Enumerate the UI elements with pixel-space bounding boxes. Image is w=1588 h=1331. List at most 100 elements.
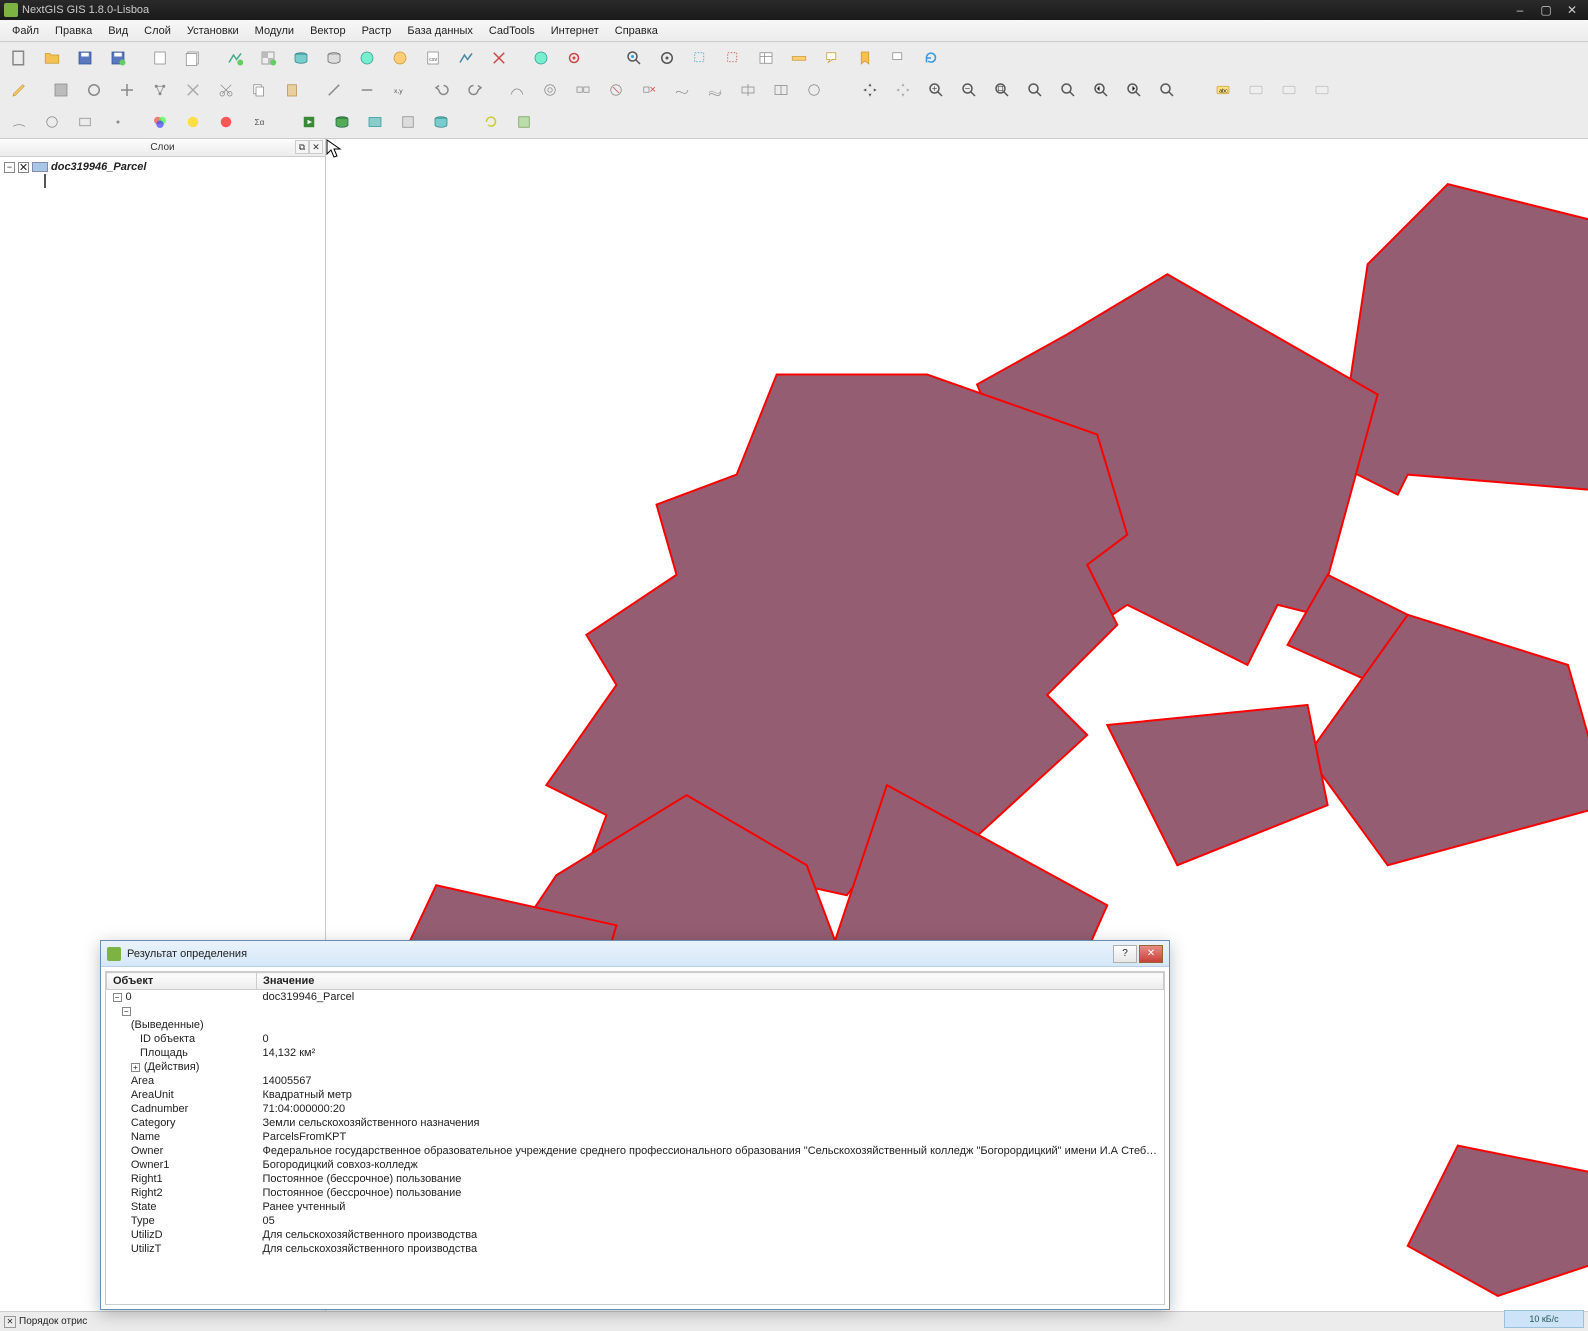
add-vector-button[interactable] xyxy=(220,44,250,72)
text-annotation-button[interactable] xyxy=(883,44,913,72)
menu-internet[interactable]: Интернет xyxy=(543,22,607,40)
results-row[interactable]: NameParcelsFromKPT xyxy=(107,1130,1164,1144)
move-feature-button[interactable] xyxy=(112,76,142,104)
rotate-point-button[interactable] xyxy=(799,76,829,104)
deselect-button[interactable] xyxy=(718,44,748,72)
identify-button[interactable] xyxy=(619,44,649,72)
cad-arc-button[interactable] xyxy=(4,108,34,136)
basemap-button[interactable] xyxy=(360,108,390,136)
delete-part-button[interactable] xyxy=(634,76,664,104)
menu-vector[interactable]: Вектор xyxy=(302,22,354,40)
menu-help[interactable]: Справка xyxy=(607,22,666,40)
toggle-editing-button[interactable] xyxy=(4,76,34,104)
zoom-next-button[interactable] xyxy=(1119,76,1149,104)
add-part-button[interactable] xyxy=(568,76,598,104)
dialog-help-button[interactable]: ? xyxy=(1113,945,1137,963)
menu-database[interactable]: База данных xyxy=(399,22,481,40)
zoom-native-button[interactable] xyxy=(1152,76,1182,104)
add-ring-button[interactable] xyxy=(535,76,565,104)
save-as-button[interactable] xyxy=(103,44,133,72)
gps-button[interactable] xyxy=(559,44,589,72)
delete-selected-button[interactable] xyxy=(178,76,208,104)
menu-layer[interactable]: Слой xyxy=(136,22,179,40)
layer-visible-checkbox[interactable]: ✕ xyxy=(18,162,29,173)
plugin-reload-button[interactable] xyxy=(476,108,506,136)
results-row[interactable]: OwnerФедеральное государственное образов… xyxy=(107,1144,1164,1158)
layer-props-button[interactable] xyxy=(393,108,423,136)
add-postgis-button[interactable] xyxy=(286,44,316,72)
menu-file[interactable]: Файл xyxy=(4,22,47,40)
select-button[interactable] xyxy=(685,44,715,72)
merge-attrs-button[interactable] xyxy=(766,76,796,104)
label-rotate-button[interactable] xyxy=(1274,76,1304,104)
results-row[interactable]: Right2Постоянное (бессрочное) пользовани… xyxy=(107,1186,1164,1200)
menu-view[interactable]: Вид xyxy=(100,22,136,40)
menu-settings[interactable]: Установки xyxy=(179,22,247,40)
pan-selection-button[interactable] xyxy=(888,76,918,104)
new-composer-button[interactable] xyxy=(145,44,175,72)
delete-ring-button[interactable] xyxy=(601,76,631,104)
save-edits-button[interactable] xyxy=(46,76,76,104)
reshape-button[interactable] xyxy=(667,76,697,104)
zoom-selection-button[interactable] xyxy=(1020,76,1050,104)
save-project-button[interactable] xyxy=(70,44,100,72)
remove-layer-button[interactable] xyxy=(484,44,514,72)
simplify-button[interactable] xyxy=(502,76,532,104)
results-row[interactable]: CategoryЗемли сельскохозяйственного назн… xyxy=(107,1116,1164,1130)
attributes-table-button[interactable] xyxy=(751,44,781,72)
measure-button[interactable] xyxy=(784,44,814,72)
open-project-button[interactable] xyxy=(37,44,67,72)
add-wfs-button[interactable] xyxy=(385,44,415,72)
menu-raster[interactable]: Растр xyxy=(354,22,400,40)
cad-rect-button[interactable] xyxy=(70,108,100,136)
add-spatialite-button[interactable] xyxy=(319,44,349,72)
split-features-button[interactable] xyxy=(733,76,763,104)
undo-button[interactable] xyxy=(427,76,457,104)
wms-provider-button[interactable] xyxy=(526,44,556,72)
copy-button[interactable] xyxy=(244,76,274,104)
results-row[interactable]: Area14005567 xyxy=(107,1074,1164,1088)
results-row[interactable]: Cadnumber71:04:000000:20 xyxy=(107,1102,1164,1116)
cut-button[interactable] xyxy=(211,76,241,104)
window-close-button[interactable]: ✕ xyxy=(1560,2,1584,18)
results-row[interactable]: StateРанее учтенный xyxy=(107,1200,1164,1214)
results-row[interactable]: UtilizTДля сельскохозяйственного произво… xyxy=(107,1242,1164,1256)
menu-plugins[interactable]: Модули xyxy=(247,22,302,40)
zoom-in-button[interactable] xyxy=(921,76,951,104)
menu-edit[interactable]: Правка xyxy=(47,22,100,40)
results-row[interactable]: Right1Постоянное (бессрочное) пользовани… xyxy=(107,1172,1164,1186)
results-row[interactable]: ID объекта0 xyxy=(107,1032,1164,1046)
paste-button[interactable] xyxy=(277,76,307,104)
layers-panel-undock-button[interactable]: ⧉ xyxy=(295,140,309,154)
pan-button[interactable] xyxy=(855,76,885,104)
xy-button[interactable]: x,y xyxy=(385,76,415,104)
refresh-button[interactable] xyxy=(916,44,946,72)
results-row[interactable]: −0doc319946_Parcel xyxy=(107,990,1164,1005)
dialog-body[interactable]: Объект Значение −0doc319946_Parcel − (Вы… xyxy=(105,971,1165,1305)
zoom-out-button[interactable] xyxy=(954,76,984,104)
results-row[interactable]: +(Действия) xyxy=(107,1060,1164,1074)
results-row[interactable]: Type05 xyxy=(107,1214,1164,1228)
run-script-button[interactable] xyxy=(294,108,324,136)
add-csv-button[interactable]: csv xyxy=(418,44,448,72)
results-row[interactable]: AreaUnitКвадратный метр xyxy=(107,1088,1164,1102)
results-row[interactable]: (Выведенные) xyxy=(107,1018,1164,1032)
dialog-titlebar[interactable]: Результат определения ? ✕ xyxy=(101,941,1169,967)
add-wms-button[interactable] xyxy=(352,44,382,72)
label-button[interactable]: abc xyxy=(1208,76,1238,104)
layer-row[interactable]: − ✕ doc319946_Parcel xyxy=(4,161,321,173)
new-project-button[interactable] xyxy=(4,44,34,72)
window-maximize-button[interactable]: ▢ xyxy=(1534,2,1558,18)
zoom-last-button[interactable] xyxy=(1086,76,1116,104)
add-feature-button[interactable] xyxy=(79,76,109,104)
add-raster-button[interactable] xyxy=(253,44,283,72)
maptips-button[interactable] xyxy=(817,44,847,72)
stats-button[interactable]: Σα xyxy=(244,108,274,136)
results-row[interactable]: Площадь14,132 км² xyxy=(107,1046,1164,1060)
db-browser-button[interactable] xyxy=(327,108,357,136)
split-button[interactable] xyxy=(319,76,349,104)
layers-panel-close-button[interactable]: ✕ xyxy=(309,140,323,154)
window-minimize-button[interactable]: – xyxy=(1508,2,1532,18)
plugin-manager-button[interactable] xyxy=(509,108,539,136)
node-tool-button[interactable] xyxy=(145,76,175,104)
